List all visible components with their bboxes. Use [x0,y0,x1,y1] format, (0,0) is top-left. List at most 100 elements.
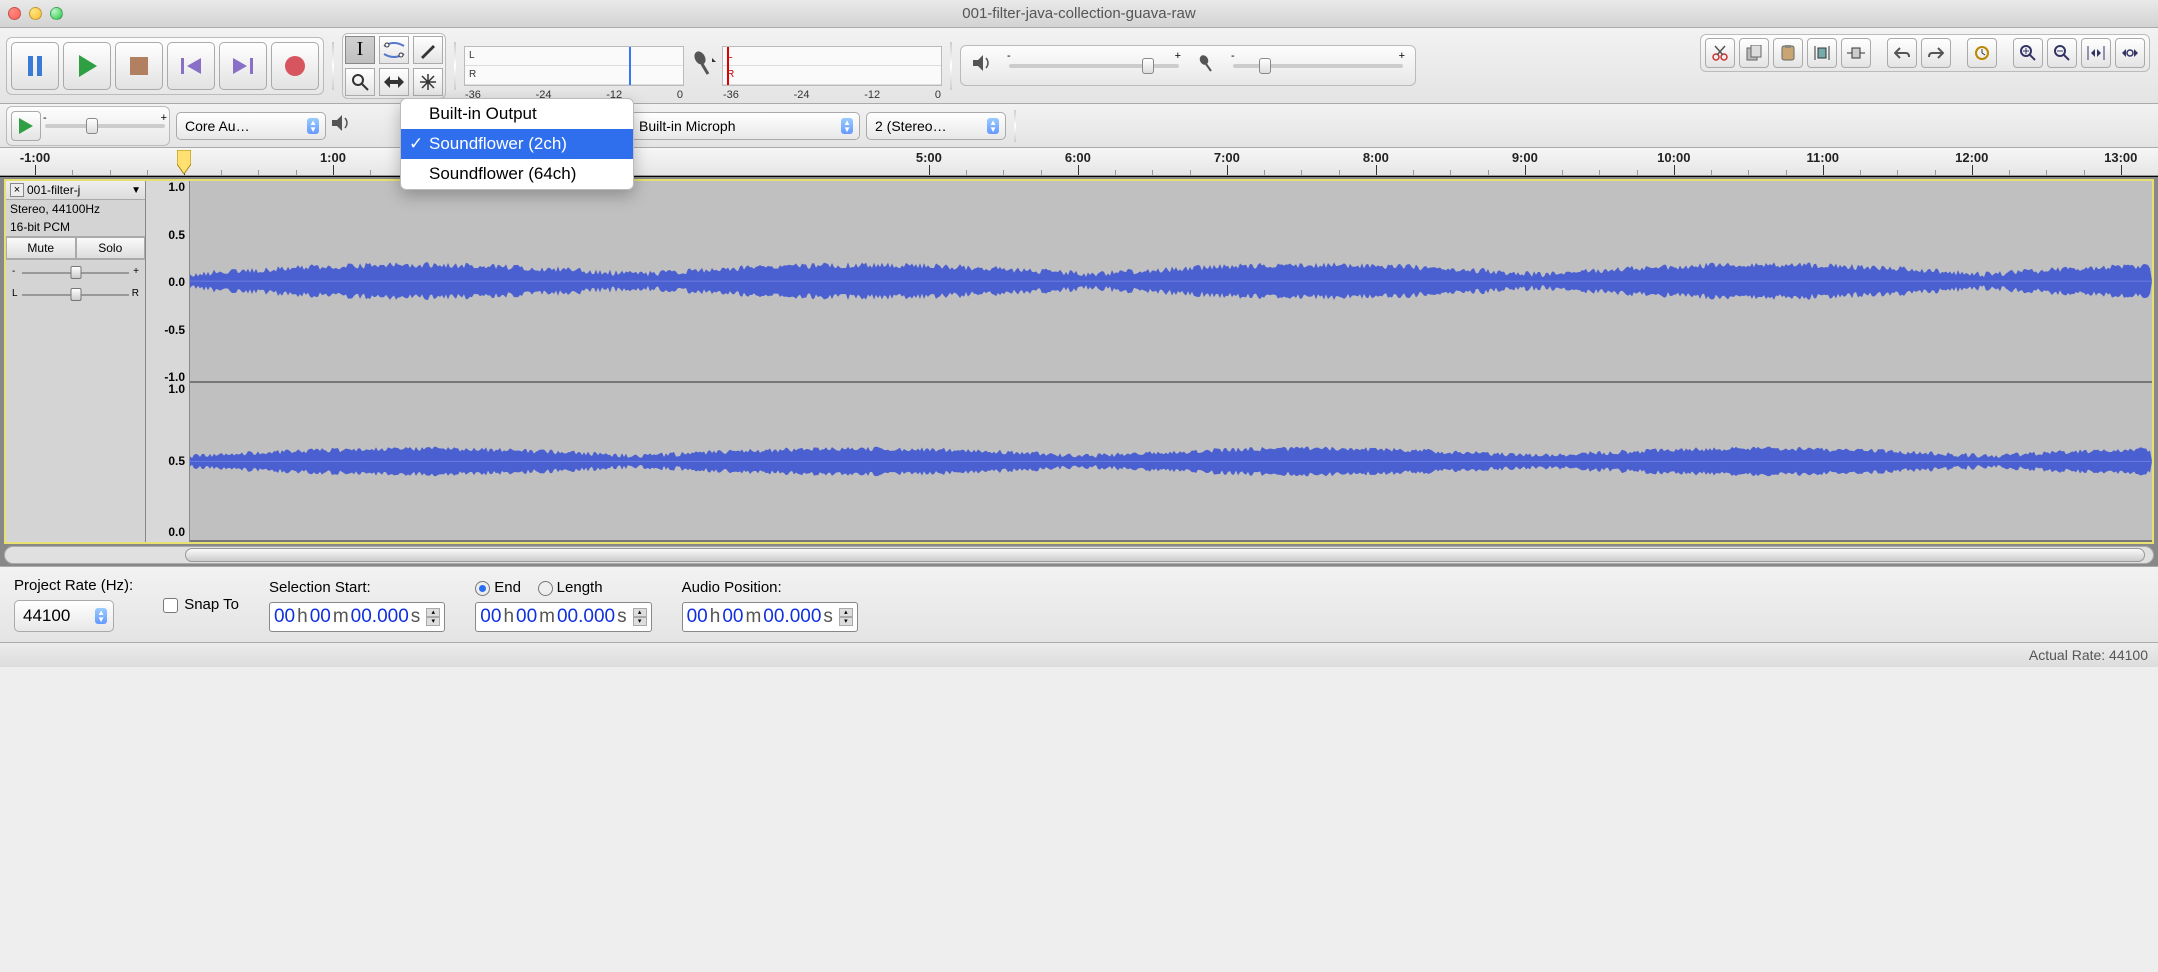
end-radio[interactable] [475,581,490,596]
output-device-dropdown: Built-in Output ✓Soundflower (2ch) Sound… [400,98,634,190]
track: × 001-filter-j ▼ Stereo, 44100Hz 16-bit … [4,179,2154,544]
actual-rate: Actual Rate: 44100 [2029,647,2148,663]
track-close-button[interactable]: × [10,183,24,197]
amplitude-scale-left: 1.00.50.0-0.5-1.01.00.50.0 [146,181,190,542]
separator [332,42,334,90]
gain-slider[interactable]: - + [12,264,139,282]
zoom-icon[interactable] [50,7,63,20]
envelope-tool[interactable] [379,36,409,64]
transport-panel [6,37,324,95]
playback-meter[interactable]: L R -36 -24 -12 0 [464,46,684,86]
dropdown-item-soundflower-2ch[interactable]: ✓Soundflower (2ch) [401,129,633,159]
project-rate-select[interactable]: 44100▲▼ [14,600,114,632]
snap-to-label: Snap To [184,596,239,613]
undo-button[interactable] [1887,38,1917,68]
window-controls [8,7,63,20]
window-title: 001-filter-java-collection-guava-raw [0,5,2158,22]
audio-position-input[interactable]: 00h 00m 00.000s ▴▾ [682,602,858,632]
minimize-icon[interactable] [29,7,42,20]
selection-end-input[interactable]: 00h 00m 00.000s ▴▾ [475,602,651,632]
recording-volume-slider[interactable]: -+ [1233,64,1403,68]
cut-button[interactable] [1705,38,1735,68]
length-radio[interactable] [538,581,553,596]
zoom-out-button[interactable] [2047,38,2077,68]
microphone-small-icon [1197,54,1215,77]
track-name[interactable]: 001-filter-j [27,183,128,197]
titlebar: 001-filter-java-collection-guava-raw [0,0,2158,28]
record-button[interactable] [271,42,319,90]
snap-to-group: Snap To [163,596,239,613]
waveform-channel-right[interactable] [190,383,2152,542]
close-icon[interactable] [8,7,21,20]
timeline-ruler[interactable]: -1:0001:002:005:006:007:008:009:0010:001… [0,148,2158,176]
horizontal-scrollbar[interactable] [4,546,2154,564]
track-format: Stereo, 44100Hz [6,200,145,218]
trim-button[interactable] [1807,38,1837,68]
fit-project-button[interactable] [2115,38,2145,68]
recording-meter-group: L R -36 -24 -12 0 [690,46,942,86]
zoom-tool[interactable] [345,68,375,96]
sync-lock-button[interactable] [1967,38,1997,68]
selection-start-group: Selection Start: 00h 00m 00.000s ▴▾ [269,579,445,632]
silence-button[interactable] [1841,38,1871,68]
dropdown-item-soundflower-64ch[interactable]: Soundflower (64ch) [401,159,633,189]
skip-start-button[interactable] [167,42,215,90]
track-menu-button[interactable]: ▼ [131,185,141,196]
dropdown-item-builtin-output[interactable]: Built-in Output [401,99,633,129]
track-control-panel: × 001-filter-j ▼ Stereo, 44100Hz 16-bit … [6,181,146,542]
track-bitdepth: 16-bit PCM [6,218,145,236]
mixer-panel: -+ -+ [960,45,1416,86]
selection-start-label: Selection Start: [269,579,445,596]
microphone-icon[interactable] [690,50,716,81]
separator [454,42,456,90]
audio-position-label: Audio Position: [682,579,858,596]
recording-meter[interactable]: L R -36 -24 -12 0 [722,46,942,86]
copy-button[interactable] [1739,38,1769,68]
meter-l-label: L [469,50,475,61]
status-bar: Actual Rate: 44100 [0,642,2158,667]
pan-slider[interactable]: L R [12,286,139,304]
playback-volume-slider[interactable]: -+ [1009,64,1179,68]
check-icon: ✓ [409,134,423,154]
selection-start-input[interactable]: 00h 00m 00.000s ▴▾ [269,602,445,632]
speaker-icon [973,54,991,77]
tracks-area: × 001-filter-j ▼ Stereo, 44100Hz 16-bit … [0,176,2158,566]
selection-tool[interactable]: I [345,36,375,64]
draw-tool[interactable] [413,36,443,64]
skip-end-button[interactable] [219,42,267,90]
play-at-speed-button[interactable] [11,111,41,141]
waveform-area[interactable] [190,181,2152,542]
play-button[interactable] [63,42,111,90]
edit-panel [1700,34,2150,72]
speaker-icon [332,114,352,137]
playback-meter-group: L R -36 -24 -12 0 [464,46,684,86]
selection-end-group: End Length 00h 00m 00.000s ▴▾ [475,579,651,632]
play-at-speed-panel: -+ [6,106,170,146]
pause-button[interactable] [11,42,59,90]
fit-selection-button[interactable] [2081,38,2111,68]
project-rate-group: Project Rate (Hz): 44100▲▼ [14,577,133,632]
separator [950,42,952,90]
input-device-select[interactable]: Built-in Microph▲▼ [630,112,860,140]
selection-bar: Project Rate (Hz): 44100▲▼ Snap To Selec… [0,566,2158,642]
mute-button[interactable]: Mute [6,237,76,259]
stop-button[interactable] [115,42,163,90]
meter-r-label: R [469,69,476,80]
project-rate-label: Project Rate (Hz): [14,577,133,594]
input-channels-select[interactable]: 2 (Stereo…▲▼ [866,112,1006,140]
separator [1014,110,1016,142]
scrollbar-thumb[interactable] [185,548,2145,562]
audio-host-select[interactable]: Core Au…▲▼ [176,112,326,140]
solo-button[interactable]: Solo [76,237,146,259]
audio-position-group: Audio Position: 00h 00m 00.000s ▴▾ [682,579,858,632]
waveform-channel-left[interactable] [190,181,2152,383]
snap-to-checkbox[interactable] [163,598,178,613]
paste-button[interactable] [1773,38,1803,68]
timeshift-tool[interactable] [379,68,409,96]
tools-panel: I [342,33,446,99]
zoom-in-button[interactable] [2013,38,2043,68]
playback-speed-slider[interactable]: -+ [45,124,165,128]
device-toolbar: -+ Core Au…▲▼ Built-in Microph▲▼ 2 (Ster… [0,104,2158,148]
redo-button[interactable] [1921,38,1951,68]
multi-tool[interactable] [413,68,443,96]
